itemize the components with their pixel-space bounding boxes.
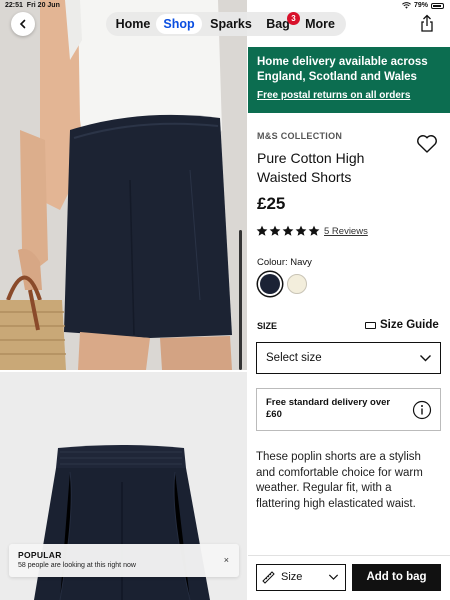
star-icon bbox=[308, 225, 320, 236]
product-gallery[interactable] bbox=[0, 0, 247, 600]
share-icon bbox=[421, 14, 433, 32]
product-photo-model[interactable] bbox=[0, 0, 247, 370]
swatch-navy[interactable] bbox=[260, 274, 280, 294]
bag-count-badge: 3 bbox=[287, 12, 300, 25]
delivery-banner: Home delivery available across England, … bbox=[248, 47, 450, 113]
nav-sparks[interactable]: Sparks bbox=[206, 12, 256, 36]
star-icon bbox=[282, 225, 294, 236]
size-guide-link[interactable]: Size Guide bbox=[365, 319, 439, 331]
status-indicators: 79% bbox=[402, 2, 444, 9]
toast-title: POPULAR bbox=[18, 550, 62, 560]
swatch-cream[interactable] bbox=[287, 274, 307, 294]
star-icon bbox=[295, 225, 307, 236]
top-nav: Home Shop Sparks Bag More bbox=[106, 12, 346, 36]
ruler-icon bbox=[365, 321, 376, 329]
delivery-info-text: Free standard delivery over £60 bbox=[266, 397, 391, 420]
model-photo-illustration bbox=[0, 0, 247, 370]
product-description: These poplin shorts are a stylish and co… bbox=[256, 451, 423, 510]
size-select-value: Select size bbox=[266, 352, 322, 364]
star-icon bbox=[256, 225, 268, 236]
wifi-icon bbox=[402, 2, 411, 9]
toast-text: 58 people are looking at this right now bbox=[18, 562, 136, 569]
share-button[interactable] bbox=[418, 14, 436, 34]
chevron-down-icon bbox=[328, 574, 339, 580]
product-brand: M&S COLLECTION bbox=[257, 131, 343, 141]
wishlist-button[interactable] bbox=[416, 134, 438, 154]
size-guide-label: Size Guide bbox=[380, 319, 439, 331]
size-select[interactable]: Select size bbox=[256, 342, 441, 374]
back-button[interactable] bbox=[11, 12, 35, 36]
battery-icon bbox=[431, 2, 444, 9]
status-time: 22:51 Fri 20 Jun bbox=[5, 2, 60, 9]
size-label: SIZE bbox=[257, 321, 278, 331]
ruler-icon bbox=[262, 571, 275, 584]
colour-value: Navy bbox=[290, 257, 312, 268]
gallery-scrollbar[interactable] bbox=[239, 230, 242, 370]
delivery-info-box: Free standard delivery over £60 bbox=[256, 388, 441, 431]
nav-home[interactable]: Home bbox=[112, 12, 154, 36]
add-to-bag-button[interactable]: Add to bag bbox=[352, 564, 441, 591]
reviews-link[interactable]: 5 Reviews bbox=[324, 226, 368, 237]
nav-shop[interactable]: Shop bbox=[156, 14, 202, 34]
status-bar: 22:51 Fri 20 Jun 79% bbox=[0, 0, 450, 12]
heart-icon bbox=[417, 135, 437, 153]
colour-label: Colour: Navy bbox=[257, 257, 312, 268]
banner-title: Home delivery available across England, … bbox=[257, 56, 428, 83]
bottom-size-label: Size bbox=[281, 571, 303, 583]
close-icon[interactable]: × bbox=[224, 555, 229, 565]
status-date: Fri 20 Jun bbox=[26, 2, 60, 9]
chevron-left-icon bbox=[19, 19, 26, 29]
product-title: Pure Cotton High Waisted Shorts bbox=[257, 150, 365, 185]
popular-toast: POPULAR 58 people are looking at this ri… bbox=[9, 544, 239, 577]
star-icon bbox=[269, 225, 281, 236]
battery-percent: 79% bbox=[413, 2, 428, 9]
chevron-down-icon bbox=[420, 355, 431, 362]
free-returns-link[interactable]: Free postal returns on all orders bbox=[257, 90, 450, 101]
info-icon[interactable] bbox=[412, 400, 432, 420]
star-rating bbox=[256, 225, 320, 237]
bottom-size-select[interactable]: Size bbox=[256, 564, 346, 591]
product-price: £25 bbox=[257, 194, 286, 213]
nav-more[interactable]: More bbox=[300, 12, 340, 36]
